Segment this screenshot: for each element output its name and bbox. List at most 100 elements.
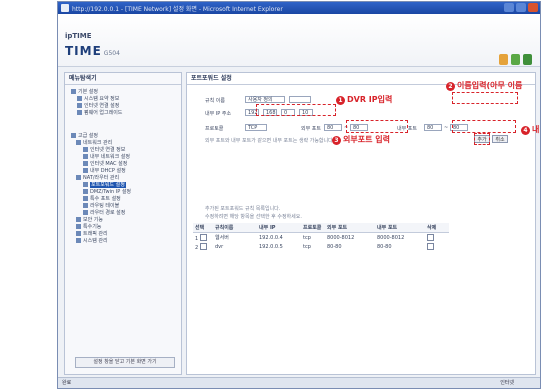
table-row[interactable]: 1 웹서버 192.0.0.4 tcp 8000-8012 8000-8012 — [193, 233, 449, 243]
cell-ext-port: 8000-8012 — [327, 234, 355, 241]
step-4-badge: 4 — [521, 126, 530, 135]
page-icon — [77, 96, 82, 101]
highlight-int-port-box — [452, 120, 516, 133]
ext-port-from[interactable]: 80 — [324, 124, 342, 131]
sidebar-item-advanced[interactable]: 고급 설정 — [71, 133, 131, 140]
sidebar-item-basic[interactable]: 기본 설정 — [71, 89, 131, 96]
sidebar-item-system[interactable]: 시스템 관리 — [71, 238, 131, 245]
row-index: 2 — [195, 244, 199, 251]
status-bar: 완료 인터넷 — [58, 377, 540, 388]
close-settings-button[interactable]: 설정 창을 닫고 기본 화면 가기 — [75, 357, 175, 368]
select-checkbox[interactable] — [199, 233, 207, 241]
sidebar-item-network[interactable]: 네트워크 관리 — [71, 140, 131, 147]
table-row[interactable]: 2 dvr 192.0.0.5 tcp 80-80 80-80 — [193, 242, 449, 251]
preset-select[interactable]: 사용자 정의 — [245, 96, 285, 103]
cell-delete — [425, 233, 449, 243]
page-icon — [83, 168, 88, 173]
range-dash-2: ~ — [444, 125, 449, 131]
annotation-2-text: 이름입력(아무 이름 — [457, 81, 523, 90]
step-3-badge: 3 — [332, 136, 341, 145]
int-port-from[interactable]: 80 — [424, 124, 442, 131]
maximize-button[interactable] — [516, 3, 526, 12]
sidebar-item-conn-info[interactable]: 인터넷 연결 정보 — [71, 147, 131, 154]
sidebar-item-dhcp[interactable]: 내부 DHCP 설정 — [71, 168, 131, 175]
col-name: 규칙이름 — [213, 223, 257, 233]
status-zone: 인터넷 — [500, 380, 514, 386]
sidebar-item-traffic[interactable]: 트래픽 관리 — [71, 231, 131, 238]
cell-protocol: tcp — [303, 243, 311, 250]
annotation-3-text: 외부포트 입력 — [343, 135, 390, 144]
browser-window: http://192.0.0.1 - [TIME Network] 설정 화면 … — [57, 1, 541, 389]
folder-icon — [76, 231, 81, 236]
home-icon[interactable] — [511, 54, 520, 65]
brand-top: ipTIME — [65, 32, 92, 40]
annotation-ext-port: 3 외부포트 입력 — [332, 134, 390, 145]
sidebar: 메뉴탐색기 기본 설정 시스템 요약 정보 인터넷 연결 설정 펌웨어 업그레이… — [64, 72, 182, 375]
select-checkbox[interactable] — [199, 242, 207, 250]
rule-name-input[interactable] — [289, 96, 311, 103]
brand-logo: TIME G504 — [65, 44, 120, 58]
brand-name: TIME — [65, 44, 102, 58]
folder-icon — [76, 238, 81, 243]
title-bar: http://192.0.0.1 - [TIME Network] 설정 화면 … — [58, 2, 540, 14]
page-icon — [77, 103, 82, 108]
ext-port-label: 외부 포트 — [301, 126, 321, 132]
close-button[interactable] — [528, 3, 538, 12]
col-ext-port: 외부 포트 — [325, 223, 375, 233]
cell-delete — [425, 242, 449, 251]
col-delete: 삭제 — [425, 223, 449, 233]
list-note-1: 추가된 포트포워드 규칙 목록입니다. — [205, 206, 281, 212]
annotation-4-text: 내 — [532, 125, 540, 134]
sidebar-item-firmware[interactable]: 펌웨어 업그레이드 — [71, 110, 131, 117]
row-select-cell: 2 — [193, 242, 213, 251]
row-index: 1 — [195, 235, 199, 242]
folder-icon — [76, 224, 81, 229]
sidebar-title: 메뉴탐색기 — [65, 73, 181, 85]
sidebar-item-lan[interactable]: 내부 네트워크 설정 — [71, 154, 131, 161]
page-icon — [83, 196, 88, 201]
sidebar-item-route[interactable]: 라우터 경로 설정 — [71, 210, 131, 217]
logout-icon[interactable] — [523, 54, 532, 65]
sidebar-item-nat[interactable]: NAT/라우터 관리 — [71, 175, 131, 182]
cell-ip: 192.0.0.5 — [259, 243, 283, 250]
minimize-button[interactable] — [504, 3, 514, 12]
status-text: 완료 — [62, 380, 72, 386]
sidebar-item-dmz[interactable]: DMZ/Twin IP 설정 — [71, 189, 131, 196]
page-icon — [83, 210, 88, 215]
folder-icon — [71, 133, 76, 138]
sidebar-item-special[interactable]: 특수기능 — [71, 224, 131, 231]
sidebar-item-security[interactable]: 보안 기능 — [71, 217, 131, 224]
col-protocol: 프로토콜 — [301, 223, 325, 233]
page-icon — [83, 161, 88, 166]
header-icons — [496, 54, 532, 67]
sidebar-item-mac[interactable]: 인터넷 MAC 설정 — [71, 161, 131, 168]
sidebar-item-internet[interactable]: 인터넷 연결 설정 — [71, 103, 131, 110]
help-icon[interactable] — [499, 54, 508, 65]
cell-name: dvr — [215, 243, 224, 250]
sidebar-item-special-port[interactable]: 특수 포트 설정 — [71, 196, 131, 203]
list-note-2: 수정하려면 해당 항목을 선택한 후 수정하세요. — [205, 214, 302, 220]
brand-model: G504 — [103, 50, 120, 57]
delete-checkbox[interactable] — [427, 242, 434, 250]
cell-int-port: 80-80 — [377, 243, 392, 250]
sidebar-item-summary[interactable]: 시스템 요약 정보 — [71, 96, 131, 103]
step-1-badge: 1 — [336, 96, 345, 105]
window-title: http://192.0.0.1 - [TIME Network] 설정 화면 … — [72, 6, 283, 13]
annotation-1-text: DVR IP입력 — [347, 95, 393, 104]
row-select-cell: 1 — [193, 233, 213, 243]
folder-icon — [76, 175, 81, 180]
page-header: ipTIME TIME G504 — [58, 14, 540, 67]
page-icon — [83, 147, 88, 152]
protocol-select[interactable]: TCP — [245, 124, 267, 131]
page-icon — [83, 189, 88, 194]
cancel-button[interactable]: 취소 — [492, 135, 508, 143]
step-2-badge: 2 — [446, 82, 455, 91]
ip-label: 내부 IP 주소 — [205, 111, 232, 117]
sidebar-item-routing-table[interactable]: 라우팅 테이블 — [71, 203, 131, 210]
highlight-ext-port-box — [346, 120, 408, 133]
highlight-add-button — [474, 133, 490, 145]
sidebar-item-portforward[interactable]: 포트포워드 설정 — [71, 182, 131, 189]
page-icon — [77, 110, 82, 115]
delete-checkbox[interactable] — [427, 233, 434, 241]
folder-icon — [76, 140, 81, 145]
